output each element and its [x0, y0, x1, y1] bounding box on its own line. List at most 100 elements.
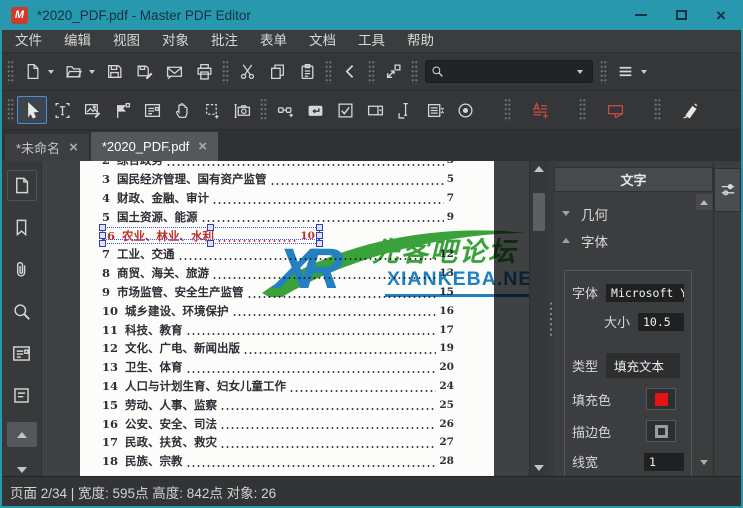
- sidebar-bookmarks-button[interactable]: [7, 212, 37, 243]
- sidebar-scroll-up-button[interactable]: [7, 422, 37, 447]
- open-folder-dropdown-icon[interactable]: [89, 70, 95, 74]
- selection-handle[interactable]: [99, 240, 106, 247]
- menu-2[interactable]: 编辑: [53, 30, 102, 52]
- search-input[interactable]: [444, 64, 576, 80]
- selection-handle[interactable]: [316, 240, 323, 247]
- menu-5[interactable]: 批注: [200, 30, 249, 52]
- scroll-down-icon[interactable]: [530, 460, 548, 476]
- selection-handle[interactable]: [207, 240, 214, 247]
- edit-text-button[interactable]: [47, 96, 77, 124]
- save-as-button[interactable]: [129, 58, 159, 86]
- sidebar-attachments-button[interactable]: [7, 254, 37, 285]
- document-tab-2[interactable]: *2020_PDF.pdf×: [91, 132, 218, 161]
- sidebar-annotations-button[interactable]: [7, 380, 37, 411]
- checkbox-button[interactable]: [330, 96, 360, 124]
- panel-scroll-up-icon[interactable]: [696, 194, 712, 210]
- document-scrollbar[interactable]: [529, 161, 547, 476]
- font-size-field[interactable]: 10.5: [638, 313, 684, 331]
- minimize-button[interactable]: [621, 0, 661, 30]
- edit-form-button[interactable]: [137, 96, 167, 124]
- list-box-button[interactable]: [420, 96, 450, 124]
- section-geometry[interactable]: 几何: [562, 200, 696, 227]
- scrollbar-thumb[interactable]: [533, 193, 545, 231]
- panel-scroll-down-icon[interactable]: [696, 454, 712, 470]
- print-button[interactable]: [189, 58, 219, 86]
- toc-entry-title: 人口与计划生育、妇女儿童工作: [125, 378, 286, 394]
- toc-row-selected[interactable]: 6农业、林业、水利10: [102, 226, 454, 245]
- enter-key-button[interactable]: [300, 96, 330, 124]
- edit-path-button[interactable]: [107, 96, 137, 124]
- cut-button[interactable]: [232, 58, 262, 86]
- add-text-note-button[interactable]: [525, 96, 555, 124]
- edit-image-icon: [84, 102, 101, 119]
- back-button[interactable]: [335, 58, 365, 86]
- sidebar-search-doc-button[interactable]: [7, 296, 37, 327]
- radio-button-button[interactable]: [450, 96, 480, 124]
- hand-button[interactable]: [167, 96, 197, 124]
- toc-entry-title: 综合政务: [117, 161, 163, 168]
- combobox-button[interactable]: [360, 96, 390, 124]
- menu-9[interactable]: 帮助: [396, 30, 445, 52]
- selection-handle[interactable]: [316, 224, 323, 231]
- selection-handle[interactable]: [207, 224, 214, 231]
- left-sidebar: [2, 161, 42, 476]
- menu-7[interactable]: 文档: [298, 30, 347, 52]
- close-button[interactable]: ×: [701, 0, 741, 30]
- sidebar-form-fields-button[interactable]: [7, 338, 37, 369]
- select-area-button[interactable]: [197, 96, 227, 124]
- scroll-up-icon[interactable]: [530, 161, 548, 177]
- menu-button[interactable]: [610, 58, 640, 86]
- document-tab-1[interactable]: *未命名×: [5, 134, 89, 161]
- tab-close-icon[interactable]: ×: [69, 140, 78, 155]
- text-type-select[interactable]: 填充文本: [606, 353, 680, 378]
- maximize-icon: [676, 10, 687, 20]
- minimize-icon: [635, 14, 647, 16]
- sidebar-scroll-down-button[interactable]: [7, 458, 37, 476]
- fill-color-swatch: [655, 393, 668, 406]
- snapshot-button[interactable]: [227, 96, 257, 124]
- new-document-button[interactable]: [17, 58, 47, 86]
- menu-dropdown-icon[interactable]: [641, 70, 647, 74]
- text-field-button[interactable]: [390, 96, 420, 124]
- selection-handle[interactable]: [99, 224, 106, 231]
- stroke-color-button[interactable]: [646, 420, 676, 442]
- tab-close-icon[interactable]: ×: [198, 139, 207, 154]
- menu-8[interactable]: 工具: [347, 30, 396, 52]
- open-folder-button[interactable]: [58, 58, 88, 86]
- annotation-rect-button[interactable]: [600, 96, 630, 124]
- line-width-field[interactable]: 1: [644, 453, 684, 471]
- font-family-field[interactable]: Microsoft YaHei: [606, 284, 684, 302]
- edit-image-button[interactable]: [77, 96, 107, 124]
- select-cursor-icon: [24, 102, 41, 119]
- search-dropdown-icon[interactable]: [577, 70, 583, 74]
- menu-1[interactable]: 文件: [4, 30, 53, 52]
- sidebar-page-thumbnails-button[interactable]: [7, 170, 37, 201]
- new-document-dropdown-icon[interactable]: [48, 70, 54, 74]
- save-button[interactable]: [99, 58, 129, 86]
- panel-splitter[interactable]: [547, 161, 554, 476]
- toolbar-grip: [260, 98, 267, 122]
- fill-color-button[interactable]: [646, 388, 676, 410]
- panel-scrollbar[interactable]: [696, 192, 713, 476]
- toc-leader-dots: [186, 358, 437, 377]
- properties-toggle-tab[interactable]: [714, 168, 741, 212]
- link-button[interactable]: [270, 96, 300, 124]
- font-label: 字体: [572, 283, 598, 302]
- copy-button[interactable]: [262, 58, 292, 86]
- toolbar-grip: [654, 98, 661, 122]
- fit-page-button[interactable]: [378, 58, 408, 86]
- maximize-button[interactable]: [661, 0, 701, 30]
- toc-row: 9市场监管、安全生产监管15: [102, 283, 454, 302]
- eraser-button[interactable]: [675, 96, 705, 124]
- email-button[interactable]: [159, 58, 189, 86]
- section-font[interactable]: 字体: [562, 227, 696, 254]
- toc-leader-dots: [232, 301, 437, 320]
- toc-leader-dots: [178, 245, 437, 264]
- menu-3[interactable]: 视图: [102, 30, 151, 52]
- menu-6[interactable]: 表单: [249, 30, 298, 52]
- select-cursor-button[interactable]: [17, 96, 47, 124]
- selection-handle[interactable]: [99, 232, 106, 239]
- menu-4[interactable]: 对象: [151, 30, 200, 52]
- selection-handle[interactable]: [316, 232, 323, 239]
- paste-button[interactable]: [292, 58, 322, 86]
